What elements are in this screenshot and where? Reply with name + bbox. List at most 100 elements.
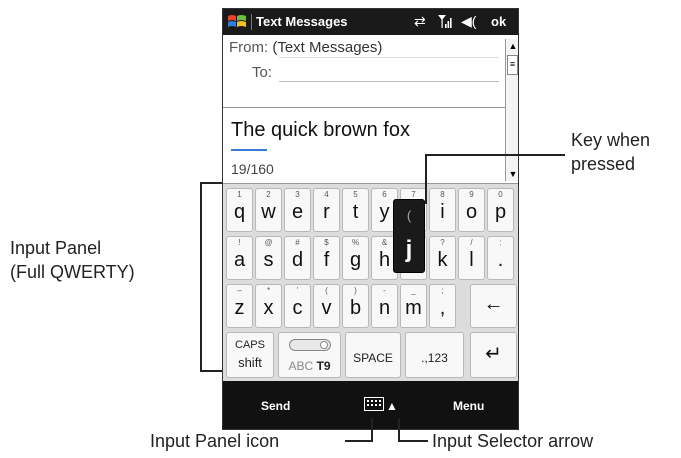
key-primary-label: b xyxy=(349,297,362,319)
key-m[interactable]: _ m xyxy=(400,284,427,328)
key-a[interactable]: ! a xyxy=(226,236,253,280)
key-primary-label: p xyxy=(494,201,507,223)
key-primary-label: q xyxy=(233,201,246,223)
pressed-key-char: j xyxy=(405,236,413,263)
callout-key-pressed-line2: pressed xyxy=(571,154,636,174)
key-secondary-label: 5 xyxy=(353,190,358,199)
scroll-down-icon[interactable]: ▼ xyxy=(506,167,518,181)
callout-key-pressed: Key when pressed xyxy=(571,128,650,176)
backspace-key[interactable]: ← xyxy=(470,284,517,328)
key-secondary-label: ' xyxy=(296,286,299,295)
pressed-key-alt: ( xyxy=(406,208,412,223)
backspace-icon: ← xyxy=(483,293,504,315)
callout-input-panel-line2: (Full QWERTY) xyxy=(10,262,135,282)
abc-label: ABC xyxy=(288,359,314,373)
send-softkey[interactable]: Send xyxy=(261,399,290,413)
volume-icon: ◀( xyxy=(461,13,477,29)
space-key[interactable]: SPACE xyxy=(345,332,401,378)
key-e[interactable]: 3e xyxy=(284,188,311,232)
key-secondary-label: * xyxy=(266,286,271,295)
key-t[interactable]: 5t xyxy=(342,188,369,232)
key-primary-label: . xyxy=(497,249,504,271)
key-primary-label: g xyxy=(349,249,362,271)
key-primary-label: x xyxy=(263,297,274,319)
key-i[interactable]: 8i xyxy=(429,188,456,232)
caps-shift-key[interactable]: CAPS shift xyxy=(226,332,274,378)
signal-icon xyxy=(438,15,452,28)
key-o[interactable]: 9o xyxy=(458,188,485,232)
scroll-up-icon[interactable]: ▲ xyxy=(506,39,518,53)
to-label: To: xyxy=(252,64,273,81)
from-divider xyxy=(279,57,499,58)
key-k[interactable]: ? k xyxy=(429,236,456,280)
key-p[interactable]: 0p xyxy=(487,188,514,232)
key-s[interactable]: @ s xyxy=(255,236,282,280)
callout-line xyxy=(200,182,202,372)
callout-input-panel-line1: Input Panel xyxy=(10,238,102,258)
key-primary-label: e xyxy=(291,201,304,223)
key-secondary-label: 7 xyxy=(411,190,416,199)
key-secondary-label: ) xyxy=(354,286,357,295)
menu-softkey[interactable]: Menu xyxy=(453,399,484,413)
key-primary-label: l xyxy=(469,249,474,271)
numbers-key[interactable]: .,123 xyxy=(405,332,464,378)
toggle-switch[interactable] xyxy=(289,339,331,351)
scrollbar[interactable]: ▲ ≡ ▼ xyxy=(505,39,518,181)
callout-line xyxy=(345,440,373,442)
key-primary-label: m xyxy=(405,297,422,319)
from-field[interactable]: From: (Text Messages) xyxy=(229,39,382,56)
key-n[interactable]: -n xyxy=(371,284,398,328)
key-secondary-label: / xyxy=(470,238,473,247)
callout-line xyxy=(371,418,373,442)
key-secondary-label: ! xyxy=(238,238,241,247)
sync-icon: ⇄ xyxy=(414,13,426,29)
key-secondary-label: 6 xyxy=(382,190,387,199)
callout-line xyxy=(200,370,222,372)
enter-key[interactable]: ↵ xyxy=(470,332,517,378)
key-secondary-label: 1 xyxy=(237,190,242,199)
input-panel-keyboard: 1q2w3e4r5t6y7u8i9o0p !a@s#d$f%g&h(j?k/l:… xyxy=(223,183,518,382)
key-primary-label: w xyxy=(261,201,276,223)
key-d[interactable]: # d xyxy=(284,236,311,280)
from-value: (Text Messages) xyxy=(272,39,383,56)
key-secondary-label: - xyxy=(383,286,386,295)
t9-label: T9 xyxy=(316,359,331,373)
abc-t9-toggle[interactable]: ABC T9 xyxy=(278,332,341,378)
input-selector-arrow-icon[interactable]: ▲ xyxy=(386,399,398,413)
key-secondary-label: 2 xyxy=(266,190,271,199)
key-z[interactable]: – z xyxy=(226,284,253,328)
character-count: 19/160 xyxy=(231,161,274,177)
scroll-thumb[interactable]: ≡ xyxy=(507,55,518,75)
key-l[interactable]: / l xyxy=(458,236,485,280)
key-g[interactable]: % g xyxy=(342,236,369,280)
key-secondary-label: 8 xyxy=(440,190,445,199)
key-q[interactable]: 1q xyxy=(226,188,253,232)
key-c[interactable]: ' c xyxy=(284,284,311,328)
app-title: Text Messages xyxy=(256,14,348,29)
input-panel-button[interactable]: ▲ xyxy=(362,393,398,419)
ok-button[interactable]: ok xyxy=(491,14,506,29)
key-b[interactable]: ) b xyxy=(342,284,369,328)
key-secondary-label: @ xyxy=(264,238,273,247)
caps-label: CAPS xyxy=(235,339,265,351)
key-comma[interactable]: ;, xyxy=(429,284,456,328)
key-secondary-label: ; xyxy=(441,286,444,295)
callout-line xyxy=(398,440,428,442)
key-x[interactable]: * x xyxy=(255,284,282,328)
shift-label: shift xyxy=(238,355,262,370)
windows-logo-icon[interactable] xyxy=(227,13,247,31)
callout-line xyxy=(200,182,222,184)
key-secondary-label: 9 xyxy=(469,190,474,199)
key-secondary-label: _ xyxy=(411,286,416,295)
key-r[interactable]: 4r xyxy=(313,188,340,232)
key-f[interactable]: $ f xyxy=(313,236,340,280)
keyboard-icon[interactable] xyxy=(364,397,384,411)
key-secondary-label: ( xyxy=(325,286,328,295)
message-body[interactable]: The quick brown fox xyxy=(231,119,410,142)
key-primary-label: d xyxy=(291,249,304,271)
to-field[interactable]: To: xyxy=(229,64,499,81)
key-period[interactable]: :. xyxy=(487,236,514,280)
key-primary-label: c xyxy=(292,297,303,319)
key-w[interactable]: 2w xyxy=(255,188,282,232)
key-v[interactable]: (v xyxy=(313,284,340,328)
